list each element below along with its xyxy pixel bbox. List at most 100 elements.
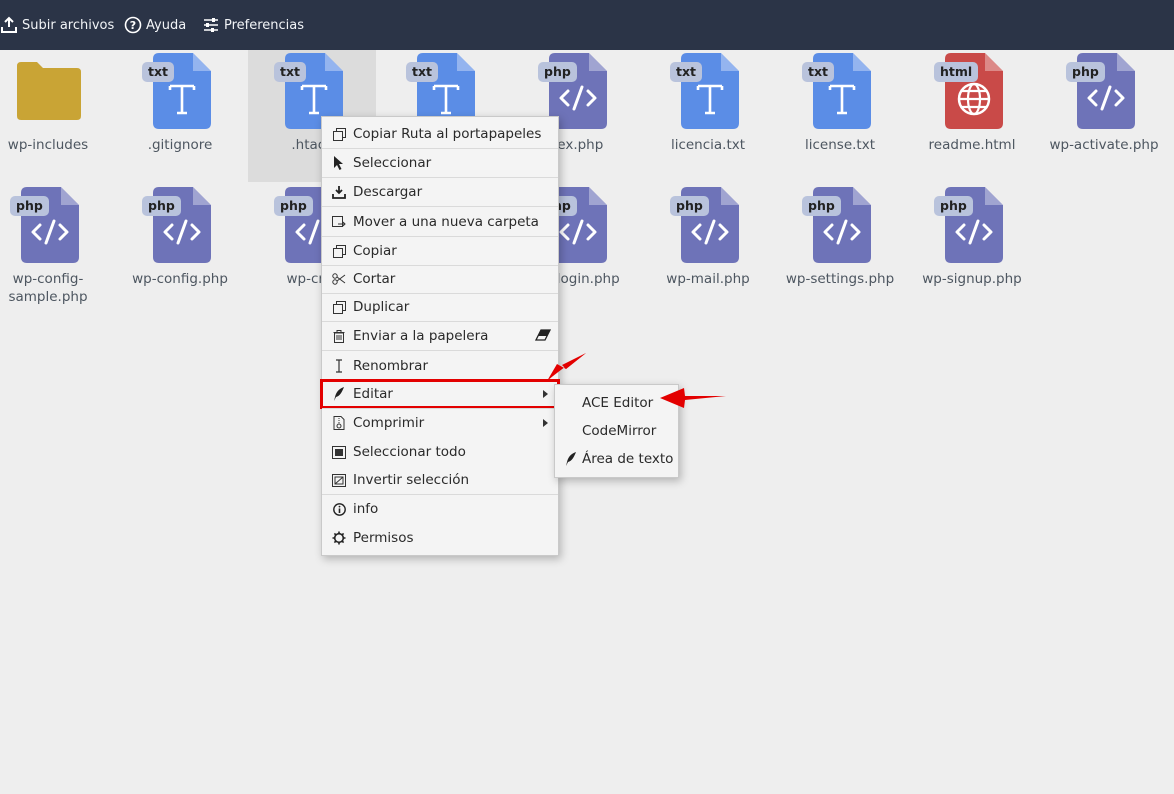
file-icon-wrap: php xyxy=(10,187,80,263)
menu-separator xyxy=(322,494,558,495)
file-name: wp-config.php xyxy=(132,271,228,287)
submenu-item--rea-de-texto[interactable]: Área de texto xyxy=(555,446,678,472)
file-icon-wrap xyxy=(17,53,81,129)
menu-item-descargar[interactable]: Descargar xyxy=(322,179,558,205)
file-type-badge: php xyxy=(274,196,313,216)
copy-icon xyxy=(331,243,347,259)
menu-separator xyxy=(322,206,558,207)
text-cursor-icon xyxy=(331,358,347,374)
duplicate-icon xyxy=(331,299,347,315)
file-type-badge: php xyxy=(538,62,577,82)
file-name: wp-activate.php xyxy=(1049,137,1159,153)
menu-item-label: Renombrar xyxy=(353,358,428,374)
menu-item-label: Seleccionar xyxy=(353,155,432,171)
menu-item-comprimir[interactable]: Comprimir xyxy=(322,410,558,436)
file-icon-wrap: php xyxy=(934,187,1004,263)
menu-separator xyxy=(322,408,558,409)
menu-item-editar[interactable]: Editar xyxy=(320,379,560,409)
top-toolbar: Subir archivos ? Ayuda Preferencias xyxy=(0,0,1174,50)
file-name: readme.html xyxy=(928,137,1016,153)
submenu-arrow-icon xyxy=(543,419,548,427)
file-icon-wrap: php xyxy=(1066,53,1136,129)
menu-item-label: info xyxy=(353,501,379,517)
file-type-badge: php xyxy=(934,196,973,216)
menu-item-renombrar[interactable]: Renombrar xyxy=(322,353,558,379)
menu-item-seleccionar[interactable]: Seleccionar xyxy=(322,150,558,176)
file-name: wp-includes xyxy=(7,137,89,153)
file-icon-wrap: php xyxy=(142,187,212,263)
svg-text:?: ? xyxy=(130,19,136,32)
menu-item-invertir-selecci-n[interactable]: Invertir selección xyxy=(322,467,558,493)
file-name: licencia.txt xyxy=(670,137,746,153)
sliders-icon xyxy=(202,16,220,34)
menu-separator xyxy=(322,177,558,178)
quill-icon xyxy=(563,452,579,466)
menu-separator xyxy=(322,350,558,351)
eraser-icon xyxy=(534,329,552,343)
file-type-badge: php xyxy=(10,196,49,216)
file-icon-wrap: txt xyxy=(142,53,212,129)
menu-item-label: Invertir selección xyxy=(353,472,470,488)
help-icon: ? xyxy=(124,16,142,34)
file-type-badge: php xyxy=(142,196,181,216)
menu-item-cortar[interactable]: Cortar xyxy=(322,266,558,292)
upload-button[interactable]: Subir archivos xyxy=(0,15,114,35)
info-icon xyxy=(331,501,347,517)
submenu-item-ace-editor[interactable]: ACE Editor xyxy=(555,390,678,416)
file-type-badge: php xyxy=(1066,62,1105,82)
menu-separator xyxy=(322,321,558,322)
file-type-badge: html xyxy=(934,62,979,82)
menu-item-label: Enviar a la papelera xyxy=(353,328,489,344)
file-icon-wrap: html xyxy=(934,53,1004,129)
menu-item-duplicar[interactable]: Duplicar xyxy=(322,294,558,320)
file-name: wp-mail.php xyxy=(666,271,750,287)
file-name: license.txt xyxy=(805,137,875,153)
menu-separator xyxy=(322,236,558,237)
copy-icon xyxy=(331,126,347,142)
quill-icon xyxy=(331,386,347,402)
menu-item-permisos[interactable]: Permisos xyxy=(322,525,558,551)
menu-item-label: Duplicar xyxy=(353,299,410,315)
invert-selection-icon xyxy=(331,472,347,488)
select-all-icon xyxy=(331,444,347,460)
help-label: Ayuda xyxy=(146,17,187,33)
file-type-badge: txt xyxy=(142,62,175,82)
compress-icon xyxy=(331,415,347,431)
menu-item-label: Copiar xyxy=(353,243,397,259)
menu-item-label: Editar xyxy=(353,386,393,402)
menu-item-label: Cortar xyxy=(353,271,396,287)
file-icon-wrap: php xyxy=(670,187,740,263)
context-menu: Copiar Ruta al portapapeles Seleccionar De… xyxy=(320,116,560,556)
submenu-item-label: ACE Editor xyxy=(582,395,654,411)
upload-icon xyxy=(0,16,18,34)
menu-item-label: Copiar Ruta al portapapeles xyxy=(353,126,542,142)
menu-item-seleccionar-todo[interactable]: Seleccionar todo xyxy=(322,439,558,465)
help-button[interactable]: ? Ayuda xyxy=(124,15,186,35)
file-type-badge: txt xyxy=(670,62,703,82)
file-type-badge: txt xyxy=(802,62,835,82)
preferences-button[interactable]: Preferencias xyxy=(202,15,304,35)
file-type-badge: txt xyxy=(406,62,439,82)
download-icon xyxy=(331,184,347,200)
menu-item-label: Mover a una nueva carpeta xyxy=(353,214,539,230)
menu-item-copiar-ruta-al-portapapeles[interactable]: Copiar Ruta al portapapeles xyxy=(322,121,558,147)
menu-item-label: Descargar xyxy=(353,184,423,200)
file-type-badge: php xyxy=(670,196,709,216)
file-icon-wrap: php xyxy=(802,187,872,263)
file-type-badge: txt xyxy=(274,62,307,82)
menu-separator xyxy=(322,148,558,149)
menu-item-mover-a-una-nueva-carpeta[interactable]: Mover a una nueva carpeta xyxy=(322,209,558,235)
folder-icon xyxy=(17,62,81,120)
submenu-arrow-icon xyxy=(543,390,548,398)
cursor-icon xyxy=(331,155,347,171)
edit-submenu: ACE Editor CodeMirror Área de texto xyxy=(554,384,679,478)
menu-item-info[interactable]: info xyxy=(322,496,558,522)
menu-item-label: Seleccionar todo xyxy=(353,444,466,460)
menu-item-label: Permisos xyxy=(353,530,414,546)
menu-item-enviar-a-la-papelera[interactable]: Enviar a la papelera xyxy=(322,323,558,349)
submenu-item-codemirror[interactable]: CodeMirror xyxy=(555,418,678,444)
menu-item-copiar[interactable]: Copiar xyxy=(322,238,558,264)
menu-item-label: Comprimir xyxy=(353,415,425,431)
scissors-icon xyxy=(331,271,347,287)
file-name: .gitignore xyxy=(147,137,213,153)
